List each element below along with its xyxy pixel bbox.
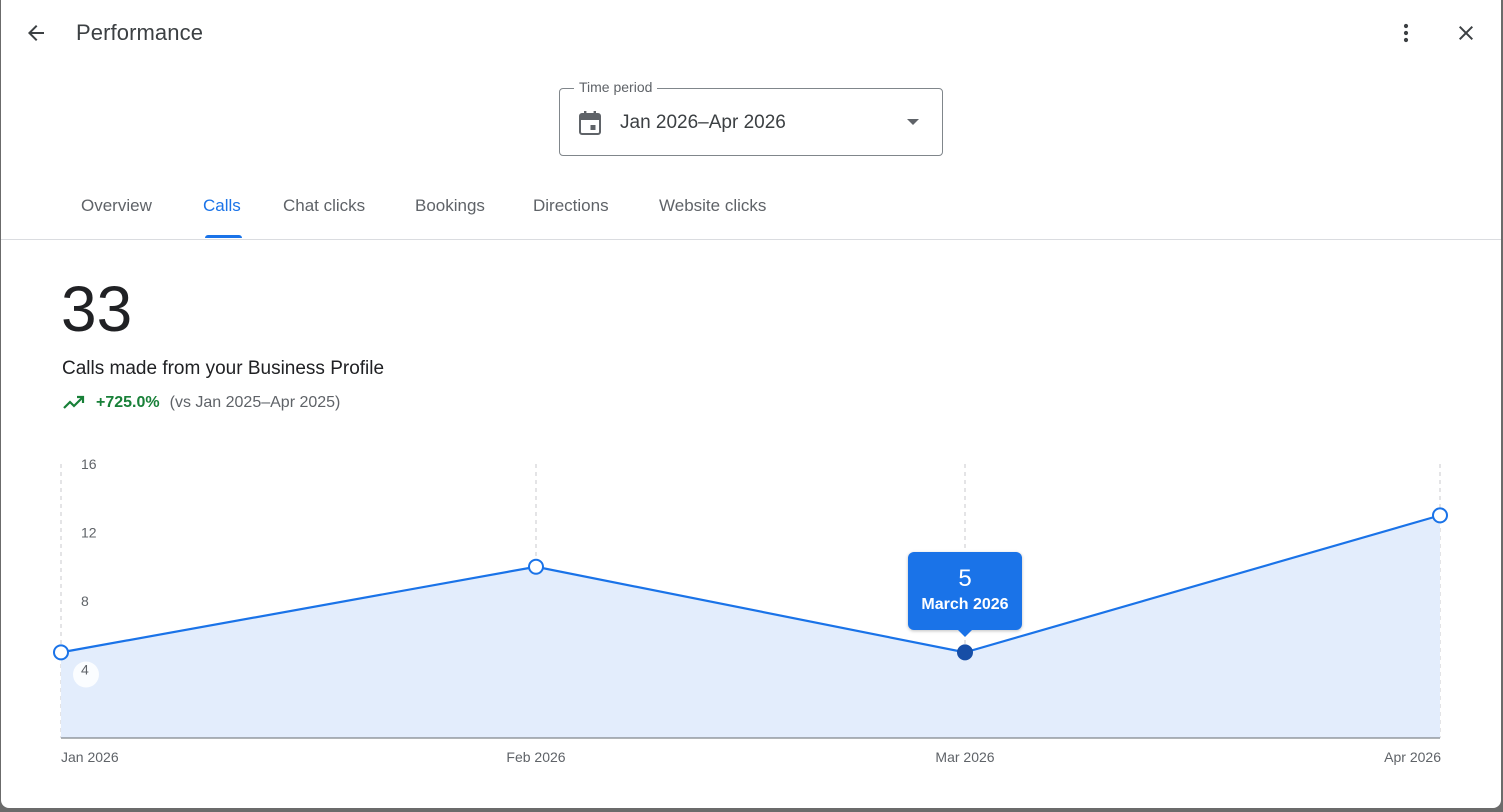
tab-bookings[interactable]: Bookings [415,196,485,216]
performance-dialog: Performance Time period Jan 2026–Apr 202… [1,0,1501,808]
x-tick-label-1: Feb 2026 [506,749,565,765]
calls-chart: 16 12 8 4 Jan 2026 Feb 2026 Mar 2026 Apr 2026 [53,456,1448,765]
tab-website-clicks[interactable]: Website clicks [659,196,766,216]
more-vert-icon [1403,23,1409,43]
x-tick-label-0: Jan 2026 [61,749,119,765]
data-point-1 [528,558,544,575]
chart-tooltip: 5 March 2026 [908,552,1022,638]
trend-row: +725.0% (vs Jan 2025–Apr 2025) [62,392,340,414]
y-tick-label-0: 16 [81,456,97,472]
tab-calls[interactable]: Calls [203,196,241,216]
x-tick-label-2: Mar 2026 [935,749,994,765]
y-tick-label-1: 12 [81,525,97,541]
more-options-button[interactable] [1386,13,1426,53]
tab-chat-clicks[interactable]: Chat clicks [283,196,365,216]
close-icon [1459,26,1473,40]
tooltip-label: March 2026 [921,596,1009,614]
trend-comparison: (vs Jan 2025–Apr 2025) [169,394,341,411]
dialog-header: Performance [1,0,1501,66]
trending-up-icon [63,395,85,409]
page-title: Performance [76,20,204,45]
tooltip-value: 5 [958,565,972,593]
tab-directions[interactable]: Directions [533,196,609,216]
tab-overview[interactable]: Overview [81,196,152,216]
time-period-select[interactable]: Time period Jan 2026–Apr 2026 [559,79,943,156]
data-point-0 [53,644,69,661]
trend-change: +725.0% [96,394,160,411]
y-tick-label-3: 4 [81,662,89,678]
chart-area-fill [61,515,1440,738]
time-period-value: Jan 2026–Apr 2026 [620,112,786,133]
active-tab-indicator [205,235,242,238]
data-point-2 [957,644,973,661]
time-period-label: Time period [574,79,658,95]
metric-value: 33 [61,273,133,345]
close-button[interactable] [1446,13,1486,53]
data-point-3 [1432,507,1448,524]
tab-bar: Overview Calls Chat clicks Bookings Dire… [1,180,1501,240]
calendar-icon [579,111,601,135]
metric-description: Calls made from your Business Profile [62,358,385,379]
back-button[interactable] [16,13,56,53]
arrow-back-icon [28,25,44,41]
x-tick-label-3: Apr 2026 [1384,749,1441,765]
dropdown-arrow-icon [907,119,919,125]
y-tick-label-2: 8 [81,593,89,609]
